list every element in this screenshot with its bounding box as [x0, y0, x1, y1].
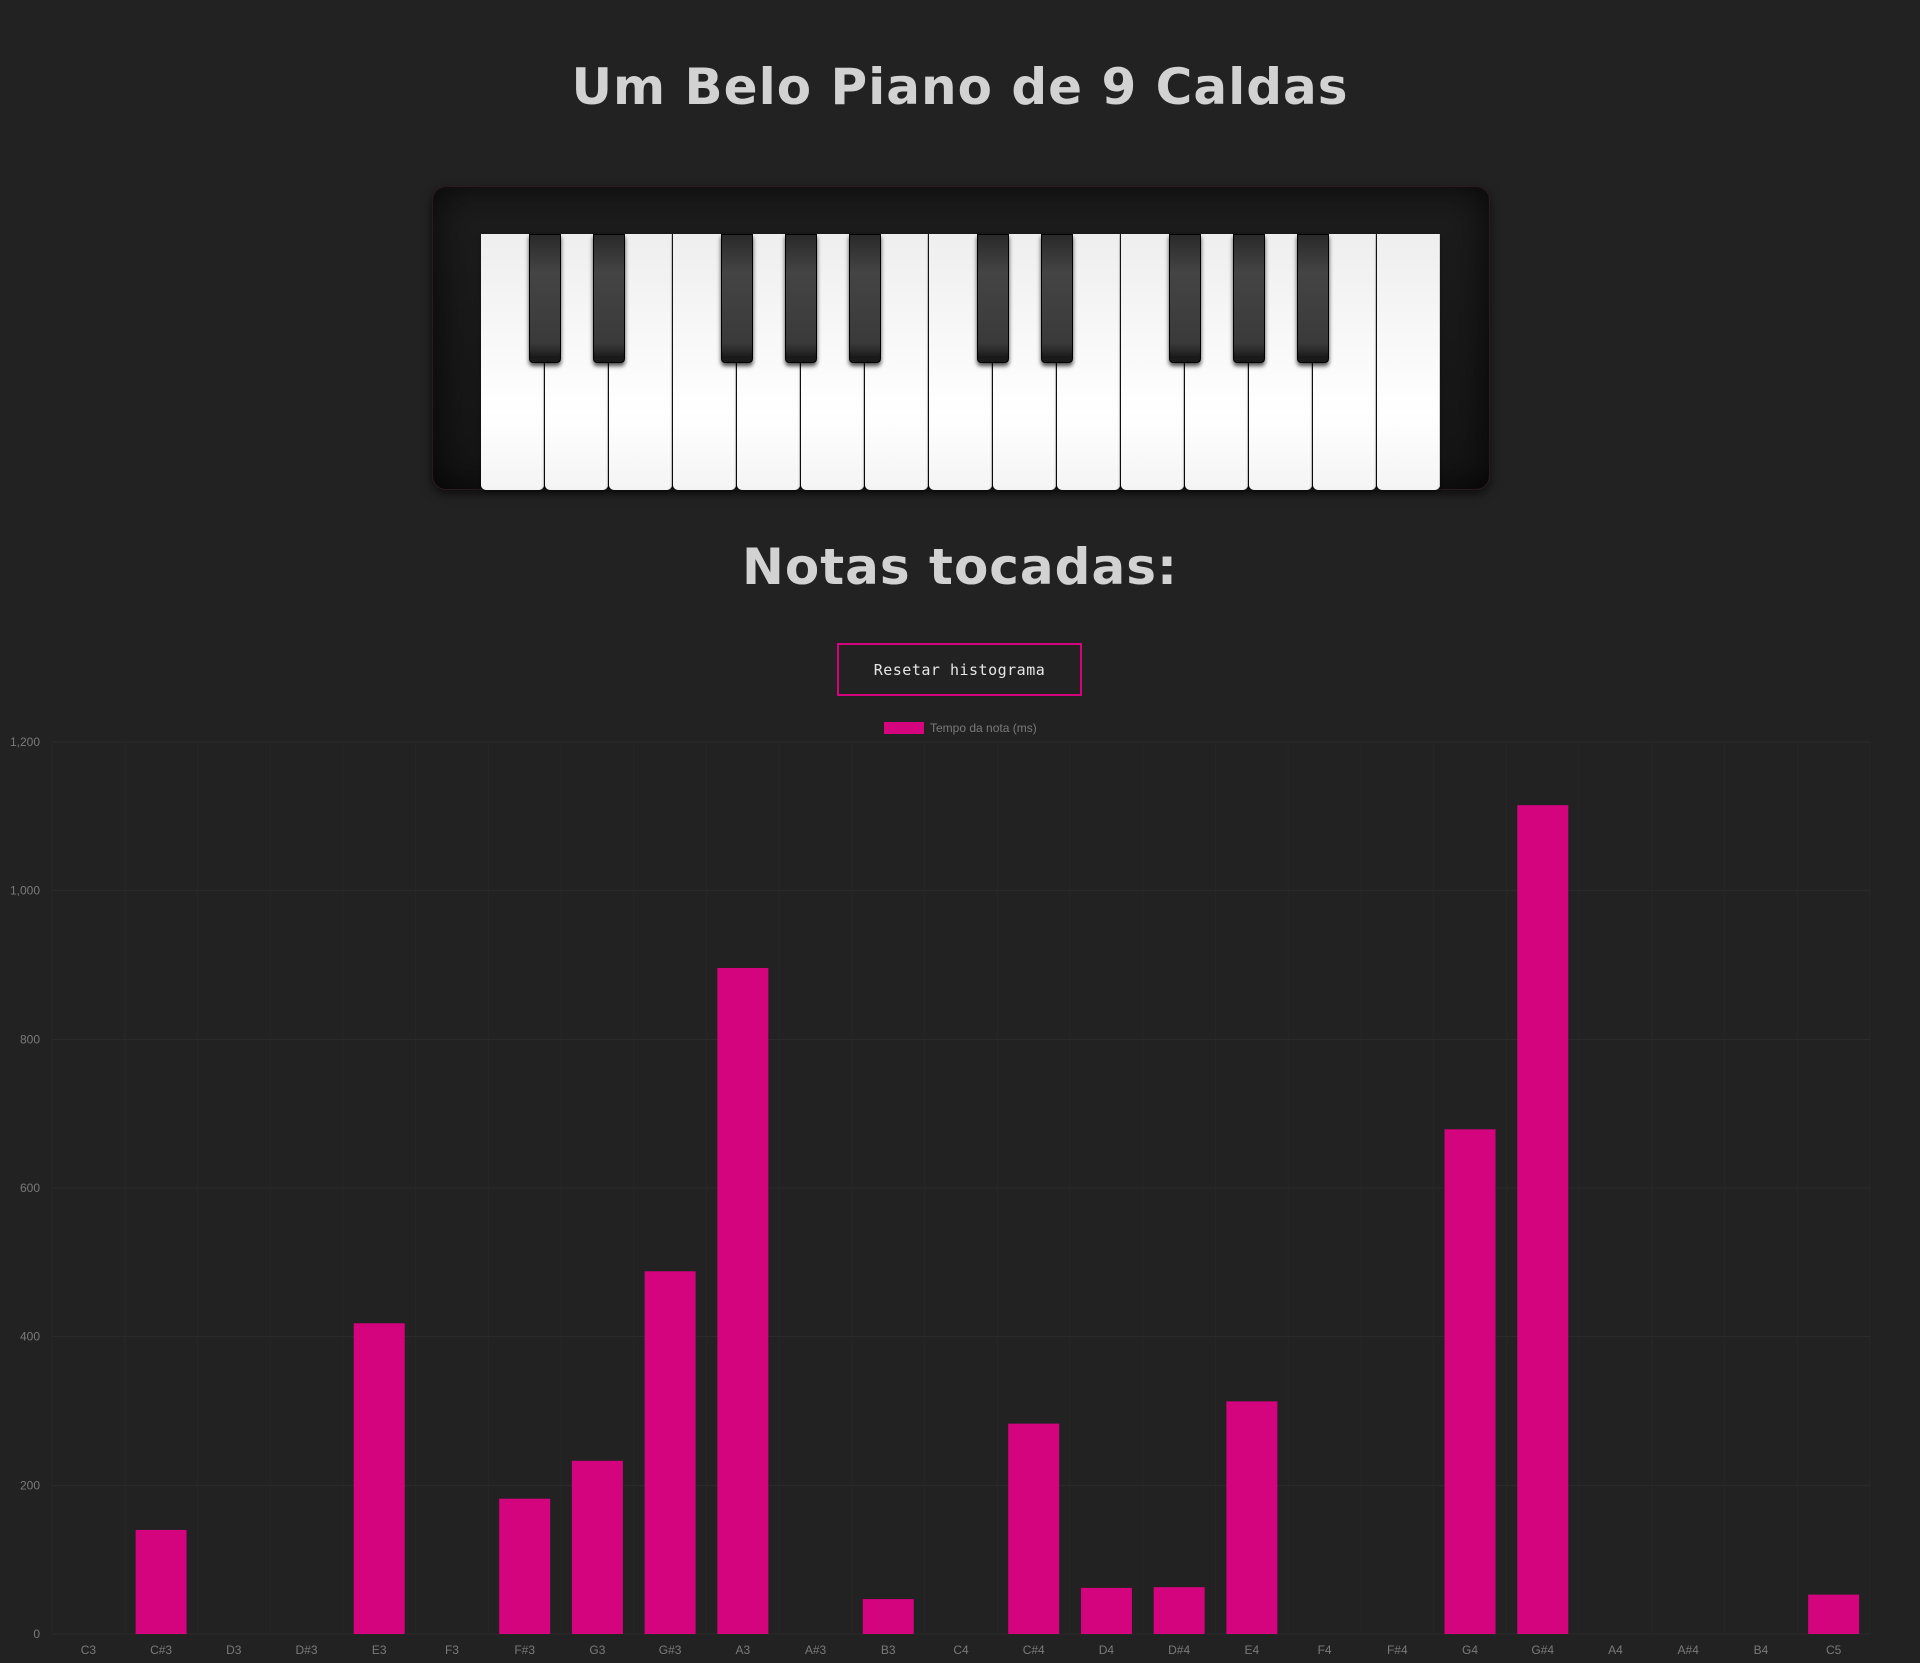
x-tick-label: E3 [372, 1643, 387, 1657]
y-tick-label: 1,000 [10, 884, 40, 898]
x-tick-label: F4 [1318, 1643, 1332, 1657]
x-tick-label: B4 [1754, 1643, 1769, 1657]
x-tick-label: A#3 [805, 1643, 827, 1657]
x-tick-label: D3 [226, 1643, 242, 1657]
black-key-gsharp4[interactable] [1233, 234, 1265, 363]
black-key-fsharp3[interactable] [721, 234, 753, 363]
x-tick-label: F#4 [1387, 1643, 1408, 1657]
y-tick-label: 1,200 [10, 735, 40, 749]
page: Um Belo Piano de 9 Caldas Notas tocadas:… [0, 0, 1920, 1663]
bar-gsharp4 [1517, 805, 1569, 1634]
x-tick-label: A4 [1608, 1643, 1623, 1657]
black-key-csharp4[interactable] [977, 234, 1009, 363]
histogram-heading: Notas tocadas: [742, 538, 1178, 596]
white-key-c5[interactable] [1377, 234, 1440, 490]
bar-fsharp3 [499, 1498, 551, 1634]
x-tick-label: G3 [589, 1643, 605, 1657]
bar-dsharp4 [1153, 1587, 1205, 1634]
x-tick-label: D#3 [296, 1643, 318, 1657]
bar-d4 [1080, 1587, 1132, 1634]
y-tick-label: 0 [33, 1627, 40, 1641]
x-tick-label: A#4 [1678, 1643, 1700, 1657]
bar-g3 [571, 1460, 623, 1634]
x-tick-label: B3 [881, 1643, 896, 1657]
x-tick-label: C#3 [150, 1643, 172, 1657]
x-tick-label: C#4 [1023, 1643, 1045, 1657]
x-tick-label: E4 [1245, 1643, 1260, 1657]
x-tick-label: C5 [1826, 1643, 1842, 1657]
bar-gsharp3 [644, 1271, 696, 1634]
bar-e4 [1226, 1401, 1278, 1634]
bar-c5 [1808, 1594, 1860, 1634]
x-tick-label: C3 [81, 1643, 97, 1657]
bar-a3 [717, 967, 769, 1634]
x-tick-label: G4 [1462, 1643, 1478, 1657]
x-tick-label: D4 [1099, 1643, 1115, 1657]
black-key-gsharp3[interactable] [785, 234, 817, 363]
page-title: Um Belo Piano de 9 Caldas [571, 58, 1349, 116]
x-tick-label: D#4 [1168, 1643, 1190, 1657]
x-tick-label: F3 [445, 1643, 459, 1657]
black-key-asharp3[interactable] [849, 234, 881, 363]
black-key-dsharp4[interactable] [1041, 234, 1073, 363]
bar-e3 [353, 1323, 405, 1634]
bar-csharp4 [1008, 1423, 1060, 1634]
black-key-dsharp3[interactable] [593, 234, 625, 363]
notes-histogram-chart: 0 200 400 600 800 1,000 1,200 C3 C#3 D3 D#3 E3 F3 F#3… [10, 721, 1871, 1657]
x-tick-label: G#4 [1531, 1643, 1554, 1657]
reset-histogram-button[interactable]: Resetar histograma [837, 643, 1082, 696]
bar-g4 [1444, 1129, 1496, 1634]
bar-csharp3 [135, 1529, 187, 1634]
piano-keyboard [481, 234, 1441, 490]
y-tick-label: 400 [20, 1330, 40, 1344]
black-key-fsharp4[interactable] [1169, 234, 1201, 363]
x-tick-label: A3 [735, 1643, 750, 1657]
x-tick-label: G#3 [659, 1643, 682, 1657]
y-tick-label: 800 [20, 1032, 40, 1046]
x-tick-label: F#3 [514, 1643, 535, 1657]
y-tick-label: 600 [20, 1181, 40, 1195]
legend-swatch [884, 722, 924, 734]
legend-label: Tempo da nota (ms) [930, 721, 1037, 735]
black-key-csharp3[interactable] [529, 234, 561, 363]
y-tick-label: 200 [20, 1478, 40, 1492]
x-tick-label: C4 [953, 1643, 969, 1657]
bar-b3 [862, 1599, 914, 1634]
black-key-asharp4[interactable] [1297, 234, 1329, 363]
